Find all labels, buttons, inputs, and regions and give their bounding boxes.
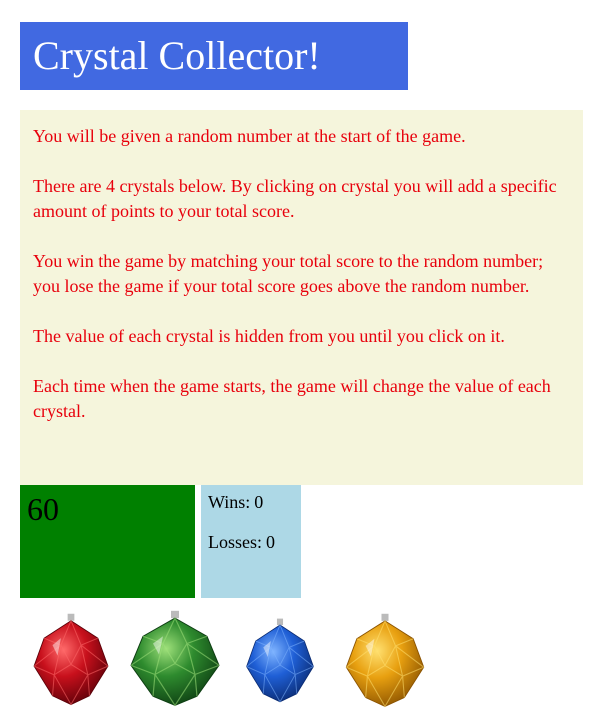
blue-crystal-icon[interactable] <box>242 617 318 705</box>
losses-value: 0 <box>266 532 275 552</box>
red-crystal-icon[interactable] <box>29 612 113 708</box>
orange-crystal-icon[interactable] <box>341 612 429 710</box>
instruction-paragraph: Each time when the game starts, the game… <box>33 376 551 421</box>
wins-counter: Wins: 0 <box>208 491 263 513</box>
instruction-paragraph: There are 4 crystals below. By clicking … <box>33 176 557 221</box>
target-number-box: 60 <box>20 485 195 598</box>
losses-label: Losses: <box>208 532 262 552</box>
instructions-panel: You will be given a random number at the… <box>20 110 583 485</box>
instruction-paragraph: You win the game by matching your total … <box>33 251 544 296</box>
page-title: Crystal Collector! <box>33 33 321 78</box>
instruction-paragraph: You will be given a random number at the… <box>33 126 466 146</box>
title-banner: Crystal Collector! <box>20 22 408 90</box>
scoreboard: Wins: 0 Losses: 0 <box>201 485 301 598</box>
instruction-paragraph: The value of each crystal is hidden from… <box>33 326 505 346</box>
wins-value: 0 <box>254 492 264 512</box>
target-number: 60 <box>27 491 59 527</box>
losses-counter: Losses: 0 <box>208 531 275 553</box>
wins-label: Wins: <box>208 492 251 512</box>
green-crystal-icon[interactable] <box>125 609 225 709</box>
